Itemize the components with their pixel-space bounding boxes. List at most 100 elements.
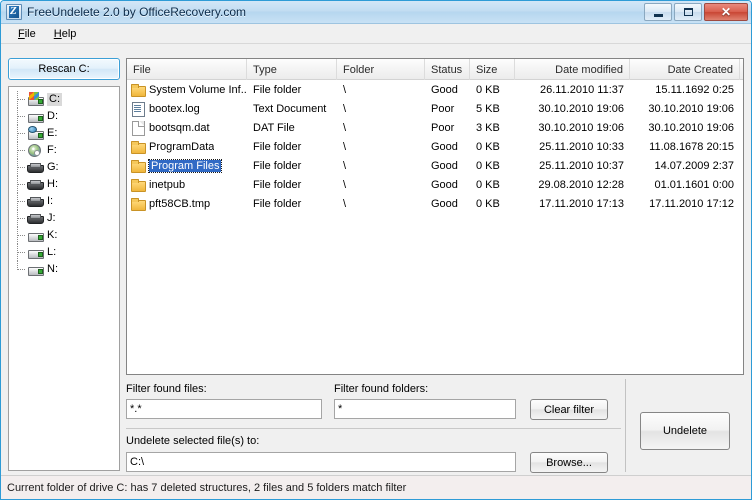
cell-type: File folder	[253, 197, 302, 210]
cell-type: DAT File	[253, 121, 295, 134]
maximize-button[interactable]	[674, 3, 702, 21]
drive-label: G:	[47, 161, 59, 173]
cell-date-modified: 17.11.2010 17:13	[539, 197, 624, 210]
column-header-date-created[interactable]: Date Created	[630, 59, 740, 80]
browse-button[interactable]: Browse...	[530, 452, 608, 473]
cell-type: Text Document	[253, 102, 327, 115]
cell-size: 0 KB	[476, 140, 500, 153]
menu-bar: File Help	[1, 24, 751, 44]
removable-drive-icon	[27, 194, 44, 209]
rescan-drive-label: Rescan C:	[38, 63, 90, 75]
cell-type: File folder	[253, 159, 302, 172]
column-header-folder[interactable]: Folder	[337, 59, 425, 80]
menu-help-rest: elp	[61, 27, 77, 40]
drive-label: E:	[47, 127, 58, 139]
cell-folder: \	[343, 121, 347, 134]
table-row[interactable]: bootsqm.dat DAT File \ Poor 3 KB 30.10.2010 1…	[127, 118, 743, 137]
drive-item-i[interactable]: I:	[9, 193, 119, 210]
menu-item-help[interactable]: Help	[45, 26, 86, 42]
rescan-drive-button[interactable]: Rescan C:	[8, 58, 120, 80]
removable-drive-icon	[27, 211, 44, 226]
file-name-label: pft58CB.tmp	[149, 197, 211, 210]
cell-type: File folder	[253, 140, 302, 153]
cell-date-modified: 25.11.2010 10:33	[539, 140, 624, 153]
drive-label: C:	[47, 93, 62, 106]
filter-folders-input[interactable]: *	[334, 399, 516, 419]
deleted-files-list[interactable]: File Type Folder Status Size Date modifi…	[126, 58, 744, 375]
file-name-label: bootsqm.dat	[149, 121, 210, 134]
file-list-header: File Type Folder Status Size Date modifi…	[127, 59, 743, 80]
drive-item-e[interactable]: E:	[9, 125, 119, 142]
title-bar[interactable]: FreeUndelete 2.0 by OfficeRecovery.com ✕	[1, 1, 751, 24]
table-row[interactable]: pft58CB.tmp File folder \ Good 0 KB 17.11.201…	[127, 194, 743, 213]
cell-type: File folder	[253, 178, 302, 191]
drive-item-f[interactable]: F:	[9, 142, 119, 159]
table-row[interactable]: System Volume Inf... File folder \ Good 0 KB…	[127, 80, 743, 99]
table-row[interactable]: inetpub File folder \ Good 0 KB 29.08.2010 12…	[127, 175, 743, 194]
status-bar: Current folder of drive C: has 7 deleted…	[1, 475, 751, 499]
folder-icon	[131, 197, 146, 211]
close-icon: ✕	[720, 5, 732, 19]
cell-date-created: 01.01.1601 0:00	[654, 178, 734, 191]
filter-files-label: Filter found files:	[126, 383, 207, 395]
drive-item-g[interactable]: G:	[9, 159, 119, 176]
close-button[interactable]: ✕	[704, 3, 748, 21]
removable-drive-icon	[27, 177, 44, 192]
cell-type: File folder	[253, 83, 302, 96]
panel-divider	[126, 428, 621, 429]
cell-status: Good	[431, 197, 458, 210]
drive-list-panel[interactable]: C: D: E: F: G: H: I: J: K: L: N:	[8, 86, 120, 471]
drive-label: H:	[47, 178, 58, 190]
cell-status: Good	[431, 159, 458, 172]
drive-item-j[interactable]: J:	[9, 210, 119, 227]
cell-folder: \	[343, 102, 347, 115]
column-header-size[interactable]: Size	[470, 59, 515, 80]
undelete-destination-input[interactable]: C:\	[126, 452, 516, 472]
folder-icon	[131, 140, 146, 154]
drive-label: L:	[47, 246, 57, 258]
cd-disc-icon	[28, 144, 41, 157]
removable-drive-icon	[27, 160, 44, 175]
system-drive-icon	[27, 92, 44, 107]
filter-files-input[interactable]: *.*	[126, 399, 322, 419]
drive-item-k[interactable]: K:	[9, 227, 119, 244]
clear-filter-button[interactable]: Clear filter	[530, 399, 608, 420]
cell-status: Poor	[431, 102, 455, 115]
drive-label: N:	[47, 263, 58, 275]
menu-item-file[interactable]: File	[9, 26, 45, 42]
cell-file-name: pft58CB.tmp	[127, 197, 247, 211]
drive-item-l[interactable]: L:	[9, 244, 119, 261]
column-header-type[interactable]: Type	[247, 59, 337, 80]
cell-date-modified: 25.11.2010 10:37	[539, 159, 624, 172]
cell-size: 3 KB	[476, 121, 500, 134]
table-row[interactable]: Program Files File folder \ Good 0 KB 25.11.2…	[127, 156, 743, 175]
drive-item-n[interactable]: N:	[9, 261, 119, 278]
file-name-label: bootex.log	[149, 102, 200, 115]
undelete-button[interactable]: Undelete	[640, 412, 730, 450]
cell-file-name: Program Files	[127, 158, 247, 173]
file-name-label: Program Files	[147, 158, 223, 173]
cell-date-created: 14.07.2009 2:37	[654, 159, 734, 172]
table-row[interactable]: bootex.log Text Document \ Poor 5 KB 30.10.20…	[127, 99, 743, 118]
column-header-date-modified[interactable]: Date modified	[515, 59, 630, 80]
drive-item-d[interactable]: D:	[9, 108, 119, 125]
column-header-file[interactable]: File	[127, 59, 247, 80]
table-row[interactable]: ProgramData File folder \ Good 0 KB 25.11.201…	[127, 137, 743, 156]
drive-item-c[interactable]: C:	[9, 91, 119, 108]
minimize-button[interactable]	[644, 3, 672, 21]
cell-folder: \	[343, 83, 347, 96]
cell-date-created: 15.11.1692 0:25	[655, 83, 734, 96]
windows-flag-icon	[29, 92, 39, 100]
cell-folder: \	[343, 159, 347, 172]
maximize-icon	[683, 8, 693, 16]
column-header-status[interactable]: Status	[425, 59, 470, 80]
cell-date-created: 11.08.1678 20:15	[649, 140, 734, 153]
cell-status: Poor	[431, 121, 455, 134]
cd-drive-icon	[27, 143, 43, 158]
hard-drive-icon	[27, 228, 44, 243]
filter-folders-label: Filter found folders:	[334, 383, 429, 395]
cell-size: 0 KB	[476, 83, 500, 96]
drive-item-h[interactable]: H:	[9, 176, 119, 193]
network-globe-icon	[28, 126, 37, 133]
action-panel: Undelete	[625, 379, 744, 472]
